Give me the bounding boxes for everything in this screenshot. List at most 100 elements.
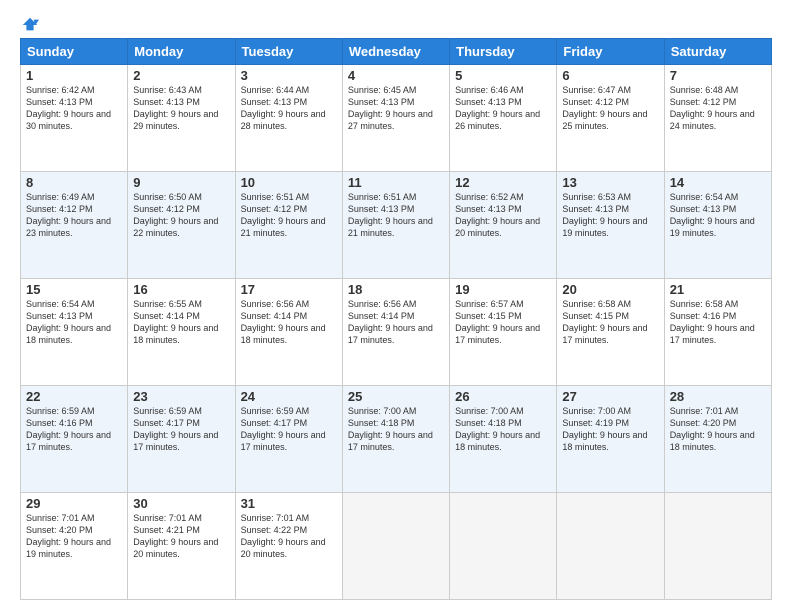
calendar-cell: 2Sunrise: 6:43 AMSunset: 4:13 PMDaylight…	[128, 65, 235, 172]
calendar-cell: 12Sunrise: 6:52 AMSunset: 4:13 PMDayligh…	[450, 172, 557, 279]
day-info: Sunrise: 6:56 AMSunset: 4:14 PMDaylight:…	[241, 298, 337, 347]
calendar-cell	[557, 493, 664, 600]
day-info: Sunrise: 6:54 AMSunset: 4:13 PMDaylight:…	[26, 298, 122, 347]
day-number: 17	[241, 282, 337, 297]
calendar-cell: 19Sunrise: 6:57 AMSunset: 4:15 PMDayligh…	[450, 279, 557, 386]
day-number: 27	[562, 389, 658, 404]
day-number: 5	[455, 68, 551, 83]
day-info: Sunrise: 6:58 AMSunset: 4:16 PMDaylight:…	[670, 298, 766, 347]
day-number: 10	[241, 175, 337, 190]
calendar-cell: 5Sunrise: 6:46 AMSunset: 4:13 PMDaylight…	[450, 65, 557, 172]
calendar-cell: 29Sunrise: 7:01 AMSunset: 4:20 PMDayligh…	[21, 493, 128, 600]
weekday-header-sunday: Sunday	[21, 39, 128, 65]
weekday-header-friday: Friday	[557, 39, 664, 65]
weekday-header-tuesday: Tuesday	[235, 39, 342, 65]
day-info: Sunrise: 6:51 AMSunset: 4:12 PMDaylight:…	[241, 191, 337, 240]
calendar-cell: 14Sunrise: 6:54 AMSunset: 4:13 PMDayligh…	[664, 172, 771, 279]
day-info: Sunrise: 7:01 AMSunset: 4:22 PMDaylight:…	[241, 512, 337, 561]
calendar-cell: 1Sunrise: 6:42 AMSunset: 4:13 PMDaylight…	[21, 65, 128, 172]
calendar-week-row-5: 29Sunrise: 7:01 AMSunset: 4:20 PMDayligh…	[21, 493, 772, 600]
day-number: 1	[26, 68, 122, 83]
weekday-header-wednesday: Wednesday	[342, 39, 449, 65]
day-number: 14	[670, 175, 766, 190]
day-number: 26	[455, 389, 551, 404]
day-info: Sunrise: 6:51 AMSunset: 4:13 PMDaylight:…	[348, 191, 444, 240]
day-number: 13	[562, 175, 658, 190]
calendar-cell: 20Sunrise: 6:58 AMSunset: 4:15 PMDayligh…	[557, 279, 664, 386]
calendar-cell: 11Sunrise: 6:51 AMSunset: 4:13 PMDayligh…	[342, 172, 449, 279]
calendar-cell: 31Sunrise: 7:01 AMSunset: 4:22 PMDayligh…	[235, 493, 342, 600]
day-number: 30	[133, 496, 229, 511]
day-number: 29	[26, 496, 122, 511]
day-number: 11	[348, 175, 444, 190]
day-number: 21	[670, 282, 766, 297]
day-info: Sunrise: 6:58 AMSunset: 4:15 PMDaylight:…	[562, 298, 658, 347]
day-info: Sunrise: 6:59 AMSunset: 4:16 PMDaylight:…	[26, 405, 122, 454]
calendar-cell	[450, 493, 557, 600]
calendar-cell: 24Sunrise: 6:59 AMSunset: 4:17 PMDayligh…	[235, 386, 342, 493]
calendar-cell: 3Sunrise: 6:44 AMSunset: 4:13 PMDaylight…	[235, 65, 342, 172]
day-number: 24	[241, 389, 337, 404]
day-info: Sunrise: 7:00 AMSunset: 4:18 PMDaylight:…	[348, 405, 444, 454]
calendar-cell: 21Sunrise: 6:58 AMSunset: 4:16 PMDayligh…	[664, 279, 771, 386]
weekday-header-saturday: Saturday	[664, 39, 771, 65]
day-number: 3	[241, 68, 337, 83]
day-info: Sunrise: 6:53 AMSunset: 4:13 PMDaylight:…	[562, 191, 658, 240]
day-number: 2	[133, 68, 229, 83]
calendar-cell: 22Sunrise: 6:59 AMSunset: 4:16 PMDayligh…	[21, 386, 128, 493]
calendar-cell: 13Sunrise: 6:53 AMSunset: 4:13 PMDayligh…	[557, 172, 664, 279]
day-info: Sunrise: 6:48 AMSunset: 4:12 PMDaylight:…	[670, 84, 766, 133]
calendar-cell: 27Sunrise: 7:00 AMSunset: 4:19 PMDayligh…	[557, 386, 664, 493]
day-number: 7	[670, 68, 766, 83]
day-number: 18	[348, 282, 444, 297]
day-number: 20	[562, 282, 658, 297]
day-info: Sunrise: 6:49 AMSunset: 4:12 PMDaylight:…	[26, 191, 122, 240]
day-number: 25	[348, 389, 444, 404]
day-info: Sunrise: 6:42 AMSunset: 4:13 PMDaylight:…	[26, 84, 122, 133]
day-info: Sunrise: 7:00 AMSunset: 4:18 PMDaylight:…	[455, 405, 551, 454]
calendar-cell: 28Sunrise: 7:01 AMSunset: 4:20 PMDayligh…	[664, 386, 771, 493]
weekday-header-thursday: Thursday	[450, 39, 557, 65]
day-info: Sunrise: 6:50 AMSunset: 4:12 PMDaylight:…	[133, 191, 229, 240]
day-info: Sunrise: 6:55 AMSunset: 4:14 PMDaylight:…	[133, 298, 229, 347]
calendar-cell: 8Sunrise: 6:49 AMSunset: 4:12 PMDaylight…	[21, 172, 128, 279]
calendar-week-row-4: 22Sunrise: 6:59 AMSunset: 4:16 PMDayligh…	[21, 386, 772, 493]
day-number: 15	[26, 282, 122, 297]
day-info: Sunrise: 7:00 AMSunset: 4:19 PMDaylight:…	[562, 405, 658, 454]
header	[20, 16, 772, 30]
day-number: 9	[133, 175, 229, 190]
day-info: Sunrise: 6:52 AMSunset: 4:13 PMDaylight:…	[455, 191, 551, 240]
day-number: 22	[26, 389, 122, 404]
calendar-cell: 15Sunrise: 6:54 AMSunset: 4:13 PMDayligh…	[21, 279, 128, 386]
day-info: Sunrise: 6:59 AMSunset: 4:17 PMDaylight:…	[241, 405, 337, 454]
day-info: Sunrise: 6:44 AMSunset: 4:13 PMDaylight:…	[241, 84, 337, 133]
calendar-table: SundayMondayTuesdayWednesdayThursdayFrid…	[20, 38, 772, 600]
page: SundayMondayTuesdayWednesdayThursdayFrid…	[0, 0, 792, 612]
day-number: 8	[26, 175, 122, 190]
calendar-cell: 6Sunrise: 6:47 AMSunset: 4:12 PMDaylight…	[557, 65, 664, 172]
day-number: 31	[241, 496, 337, 511]
calendar-cell: 18Sunrise: 6:56 AMSunset: 4:14 PMDayligh…	[342, 279, 449, 386]
day-number: 23	[133, 389, 229, 404]
calendar-week-row-2: 8Sunrise: 6:49 AMSunset: 4:12 PMDaylight…	[21, 172, 772, 279]
day-number: 6	[562, 68, 658, 83]
day-info: Sunrise: 7:01 AMSunset: 4:20 PMDaylight:…	[670, 405, 766, 454]
calendar-cell: 23Sunrise: 6:59 AMSunset: 4:17 PMDayligh…	[128, 386, 235, 493]
day-number: 12	[455, 175, 551, 190]
day-info: Sunrise: 6:43 AMSunset: 4:13 PMDaylight:…	[133, 84, 229, 133]
calendar-cell	[342, 493, 449, 600]
logo-bird-icon	[21, 16, 39, 34]
day-number: 28	[670, 389, 766, 404]
weekday-header-monday: Monday	[128, 39, 235, 65]
calendar-cell: 10Sunrise: 6:51 AMSunset: 4:12 PMDayligh…	[235, 172, 342, 279]
calendar-cell: 7Sunrise: 6:48 AMSunset: 4:12 PMDaylight…	[664, 65, 771, 172]
calendar-cell: 26Sunrise: 7:00 AMSunset: 4:18 PMDayligh…	[450, 386, 557, 493]
day-number: 16	[133, 282, 229, 297]
day-info: Sunrise: 6:46 AMSunset: 4:13 PMDaylight:…	[455, 84, 551, 133]
day-info: Sunrise: 6:45 AMSunset: 4:13 PMDaylight:…	[348, 84, 444, 133]
calendar-cell	[664, 493, 771, 600]
calendar-cell: 16Sunrise: 6:55 AMSunset: 4:14 PMDayligh…	[128, 279, 235, 386]
day-info: Sunrise: 6:56 AMSunset: 4:14 PMDaylight:…	[348, 298, 444, 347]
day-info: Sunrise: 6:54 AMSunset: 4:13 PMDaylight:…	[670, 191, 766, 240]
day-info: Sunrise: 7:01 AMSunset: 4:20 PMDaylight:…	[26, 512, 122, 561]
